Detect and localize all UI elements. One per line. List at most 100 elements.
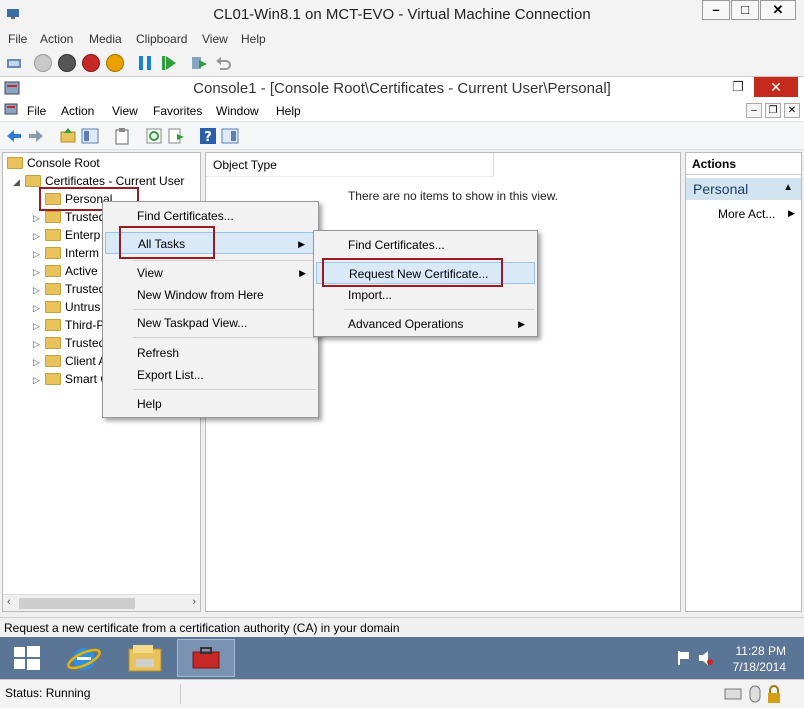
vm-menu-view[interactable]: View — [202, 32, 228, 46]
vm-menu-clipboard[interactable]: Clipboard — [136, 32, 187, 46]
speaker-muted-icon[interactable] — [698, 649, 714, 667]
tree-item[interactable]: Untrus — [45, 300, 100, 318]
column-header-object-type[interactable]: Object Type — [206, 153, 494, 177]
expand-arrow-icon[interactable]: ▷ — [33, 357, 40, 368]
start-icon[interactable] — [34, 54, 52, 72]
actions-section-personal[interactable]: Personal ▲ — [686, 178, 801, 200]
vm-menu-action[interactable]: Action — [40, 32, 73, 46]
vm-menu-file[interactable]: File — [8, 32, 27, 46]
vm-menu-help[interactable]: Help — [241, 32, 266, 46]
sub-import[interactable]: Import... — [316, 284, 535, 306]
pause-icon[interactable] — [136, 54, 154, 72]
vm-menu-media[interactable]: Media — [89, 32, 122, 46]
folder-icon — [45, 372, 61, 385]
folder-icon — [45, 300, 61, 313]
expand-arrow-icon[interactable]: ▷ — [33, 231, 40, 242]
expand-arrow-icon[interactable]: ▷ — [33, 303, 40, 314]
mmc-menu-action[interactable]: Action — [61, 104, 94, 118]
tray-clock[interactable]: 11:28 PM 7/18/2014 — [733, 643, 786, 675]
actions-pane: Actions Personal ▲ More Act... ▶ — [685, 152, 802, 612]
menu-separator — [344, 309, 535, 310]
shutdown-icon[interactable] — [82, 54, 100, 72]
tree-item[interactable]: Client A — [45, 354, 106, 372]
mmc-close-button[interactable]: ✕ — [754, 77, 798, 97]
internet-explorer-icon[interactable] — [58, 639, 116, 677]
mouse-icon — [749, 685, 761, 703]
scrollbar-thumb[interactable] — [19, 598, 135, 609]
action-more-actions[interactable]: More Act... ▶ — [718, 207, 795, 221]
tree-item[interactable]: Interm — [45, 246, 99, 264]
vm-minimize-button[interactable]: – — [702, 0, 730, 20]
tree-console-root[interactable]: Console Root — [7, 156, 100, 174]
show-hide-action-pane-icon[interactable] — [221, 127, 239, 145]
power-icon[interactable] — [106, 54, 124, 72]
expand-arrow-icon[interactable]: ▷ — [33, 249, 40, 260]
folder-icon — [45, 318, 61, 331]
scroll-left-icon[interactable]: ‹ — [7, 596, 11, 608]
tree-item[interactable]: Active — [45, 264, 98, 282]
vm-close-button[interactable]: ✕ — [760, 0, 796, 20]
ctx-view[interactable]: View ▶ — [105, 262, 316, 284]
action-center-flag-icon[interactable] — [676, 649, 692, 667]
show-hide-tree-icon[interactable] — [81, 127, 99, 145]
mdi-close-icon[interactable]: ✕ — [784, 103, 800, 118]
mmc-menu-file[interactable]: File — [27, 104, 46, 118]
mmc-taskbar-button[interactable] — [177, 639, 235, 677]
tree-horizontal-scrollbar[interactable]: ‹ › — [3, 594, 200, 611]
expand-arrow-icon[interactable]: ▷ — [33, 339, 40, 350]
mmc-doc-icon[interactable] — [4, 103, 18, 117]
expand-arrow-icon[interactable]: ▷ — [33, 285, 40, 296]
ctx-find-certificates[interactable]: Find Certificates... — [105, 205, 316, 227]
clock-time: 11:28 PM — [735, 644, 786, 658]
mmc-menu-view[interactable]: View — [112, 104, 138, 118]
mdi-restore-icon[interactable]: ❐ — [765, 103, 781, 118]
help-icon[interactable]: ? — [199, 127, 217, 145]
clipboard-icon[interactable] — [113, 127, 131, 145]
sub-find-certificates[interactable]: Find Certificates... — [316, 234, 535, 256]
forward-arrow-icon[interactable] — [27, 127, 45, 145]
file-explorer-icon[interactable] — [116, 639, 174, 677]
tree-item[interactable]: Trusted — [45, 336, 105, 354]
clock-date: 7/18/2014 — [732, 660, 786, 674]
expand-arrow-icon[interactable]: ▷ — [33, 321, 40, 332]
refresh-icon[interactable] — [145, 127, 163, 145]
mmc-menu-favorites[interactable]: Favorites — [153, 104, 202, 118]
expand-arrow-icon[interactable]: ▷ — [33, 213, 40, 224]
expand-arrow-icon[interactable]: ▷ — [33, 267, 40, 278]
checkpoint-icon[interactable] — [190, 54, 208, 72]
back-arrow-icon[interactable] — [5, 127, 23, 145]
scroll-right-icon[interactable]: › — [192, 596, 196, 608]
ctx-help[interactable]: Help — [105, 393, 316, 415]
ctrl-alt-del-icon[interactable] — [5, 54, 23, 72]
collapse-up-icon[interactable]: ▲ — [783, 182, 793, 193]
ctx-export-list[interactable]: Export List... — [105, 364, 316, 386]
reset-icon[interactable] — [160, 54, 178, 72]
ctx-new-taskpad-view[interactable]: New Taskpad View... — [105, 312, 316, 334]
submenu-arrow-icon: ▶ — [788, 208, 795, 218]
vm-maximize-button[interactable]: □ — [731, 0, 759, 20]
sub-advanced-operations[interactable]: Advanced Operations ▶ — [316, 313, 535, 335]
export-list-icon[interactable] — [167, 127, 185, 145]
ctx-refresh[interactable]: Refresh — [105, 342, 316, 364]
expand-arrow-icon[interactable]: ▷ — [33, 375, 40, 386]
turn-off-icon[interactable] — [58, 54, 76, 72]
mmc-toolbar: ? — [0, 122, 804, 150]
highlight-box-all-tasks — [119, 226, 215, 259]
vm-toolbar — [0, 50, 804, 76]
tree-item[interactable]: Smart C — [45, 372, 109, 390]
mmc-menu-help[interactable]: Help — [276, 104, 301, 118]
tree-item[interactable]: Third-P — [45, 318, 104, 336]
mdi-minimize-icon[interactable]: – — [746, 103, 762, 118]
mmc-menu-window[interactable]: Window — [216, 104, 259, 118]
ctx-new-window[interactable]: New Window from Here — [105, 284, 316, 306]
mmc-restore-button[interactable]: ❐ — [728, 79, 748, 97]
revert-icon[interactable] — [214, 54, 232, 72]
tree-item[interactable]: Enterp — [45, 228, 100, 246]
collapse-arrow-icon[interactable]: ◢ — [13, 177, 20, 188]
menu-separator — [133, 389, 316, 390]
folder-icon — [45, 246, 61, 259]
tree-item[interactable]: Trusted — [45, 282, 105, 300]
up-folder-icon[interactable] — [59, 127, 77, 145]
tree-item[interactable]: Trusted — [45, 210, 105, 228]
windows-start-icon[interactable] — [0, 639, 58, 677]
